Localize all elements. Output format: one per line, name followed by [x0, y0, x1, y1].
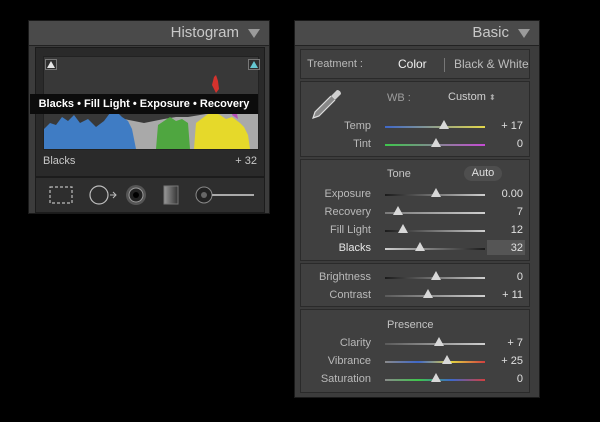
- highlight-clipping-indicator[interactable]: [248, 59, 260, 70]
- contrast-label: Contrast: [329, 289, 371, 301]
- recovery-label: Recovery: [324, 206, 371, 218]
- basic-title: Basic: [472, 24, 509, 41]
- brightness-label: Brightness: [319, 271, 371, 283]
- brightness-contrast-section: Brightness 0 Contrast + 11: [300, 263, 530, 307]
- exposure-slider-thumb[interactable]: [431, 188, 441, 197]
- treatment-bw-button[interactable]: Black & White: [454, 57, 529, 71]
- treatment-label: Treatment :: [307, 58, 363, 70]
- clarity-value[interactable]: + 7: [487, 337, 523, 349]
- spot-removal-icon[interactable]: [88, 184, 118, 206]
- contrast-slider-thumb[interactable]: [423, 289, 433, 298]
- histogram-selected-label: Blacks: [43, 155, 76, 167]
- crop-overlay-icon[interactable]: [48, 184, 74, 206]
- brightness-value[interactable]: 0: [487, 271, 523, 283]
- histogram-display[interactable]: Blacks • Fill Light • Exposure • Recover…: [30, 47, 265, 177]
- blacks-value[interactable]: 32: [487, 242, 523, 254]
- fill-light-slider-thumb[interactable]: [398, 224, 408, 233]
- exposure-label: Exposure: [324, 188, 371, 200]
- saturation-value[interactable]: 0: [487, 373, 523, 385]
- graduated-filter-icon[interactable]: [160, 184, 182, 206]
- treatment-color-button[interactable]: Color: [398, 57, 427, 71]
- fill-light-label: Fill Light: [330, 224, 371, 236]
- brightness-slider-thumb[interactable]: [431, 271, 441, 280]
- recovery-value[interactable]: 7: [487, 206, 523, 218]
- white-balance-section: WB : Custom ⬍ Temp + 17 Tint 0: [300, 81, 530, 157]
- presence-title: Presence: [387, 319, 434, 331]
- wb-value: Custom: [448, 91, 486, 103]
- adjustment-brush-icon[interactable]: [194, 184, 254, 206]
- histogram-title: Histogram: [170, 24, 239, 41]
- tint-label: Tint: [353, 138, 371, 150]
- tint-slider-thumb[interactable]: [431, 138, 441, 147]
- contrast-value[interactable]: + 11: [487, 289, 523, 301]
- temp-slider[interactable]: [385, 126, 485, 128]
- tone-auto-button[interactable]: Auto: [464, 166, 502, 181]
- tone-title: Tone: [387, 168, 411, 180]
- updown-arrows-icon: ⬍: [488, 93, 496, 102]
- temp-value[interactable]: + 17: [487, 120, 523, 132]
- blacks-slider[interactable]: [385, 248, 485, 250]
- vibrance-value[interactable]: + 25: [487, 355, 523, 367]
- basic-header[interactable]: Basic: [295, 21, 539, 46]
- red-eye-icon[interactable]: [124, 184, 148, 206]
- histogram-header[interactable]: Histogram: [29, 21, 269, 46]
- temp-slider-thumb[interactable]: [439, 120, 449, 129]
- vibrance-slider-thumb[interactable]: [442, 355, 452, 364]
- wb-label: WB :: [387, 92, 411, 104]
- histogram-region-tooltip: Blacks • Fill Light • Exposure • Recover…: [30, 94, 258, 114]
- clarity-label: Clarity: [339, 337, 371, 349]
- highlight-clip-icon: [250, 61, 258, 68]
- recovery-slider-thumb[interactable]: [393, 206, 403, 215]
- saturation-label: Saturation: [320, 373, 371, 385]
- vibrance-slider[interactable]: [385, 361, 485, 363]
- blacks-slider-thumb[interactable]: [415, 242, 425, 251]
- treatment-section: Treatment : Color Black & White: [300, 49, 530, 79]
- collapse-triangle-icon[interactable]: [248, 29, 260, 38]
- basic-panel: Basic Treatment : Color Black & White WB…: [294, 20, 540, 398]
- temp-label: Temp: [344, 120, 371, 132]
- tool-strip: [35, 177, 265, 213]
- tint-value[interactable]: 0: [487, 138, 523, 150]
- treatment-divider: [444, 58, 445, 72]
- collapse-triangle-icon[interactable]: [518, 29, 530, 38]
- vibrance-label: Vibrance: [327, 355, 371, 367]
- contrast-slider[interactable]: [385, 295, 485, 297]
- histogram-panel: Histogram Blacks • Fill Light • Exposure…: [28, 20, 270, 214]
- shadow-clipping-indicator[interactable]: [45, 59, 57, 70]
- blacks-label: Blacks: [338, 242, 371, 254]
- clarity-slider-thumb[interactable]: [434, 337, 444, 346]
- histogram-selected-value: + 32: [235, 155, 257, 167]
- exposure-value[interactable]: 0.00: [487, 188, 523, 200]
- wb-dropdown[interactable]: Custom ⬍: [448, 91, 496, 103]
- fill-light-value[interactable]: 12: [487, 224, 523, 236]
- tone-section: Tone Auto Exposure 0.00 Recovery 7 Fill …: [300, 159, 530, 261]
- saturation-slider-thumb[interactable]: [431, 373, 441, 382]
- presence-section: Presence Clarity + 7 Vibrance + 25 Satur…: [300, 309, 530, 393]
- shadow-clip-icon: [47, 61, 55, 68]
